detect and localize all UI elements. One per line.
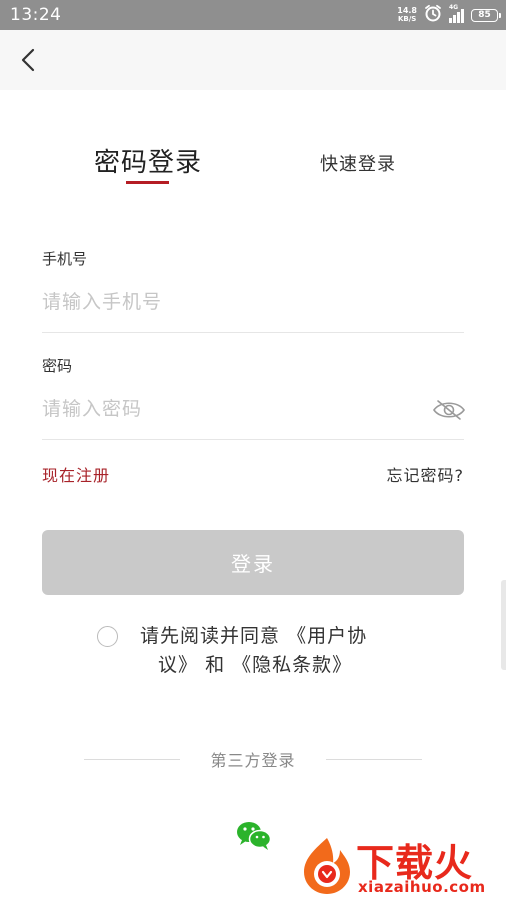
agreement-line-2: 议》 和 《隐私条款》 xyxy=(140,651,410,680)
third-party-title: 第三方登录 xyxy=(210,751,296,770)
status-indicators: 14.8 KB/S 4G 85 xyxy=(397,4,501,26)
alarm-icon xyxy=(424,4,442,26)
watermark: 下载火 xiazaihuo.com xyxy=(296,832,506,898)
login-button[interactable]: 登录 xyxy=(42,530,464,595)
signal-icon: 4G xyxy=(449,4,464,23)
password-input[interactable] xyxy=(42,392,412,426)
active-tab-indicator xyxy=(126,181,169,184)
register-link[interactable]: 现在注册 xyxy=(42,462,110,486)
agreement-line-1: 请先阅读并同意 《用户协 xyxy=(140,622,410,651)
watermark-brand-en: xiazaihuo.com xyxy=(358,878,486,896)
nav-bar xyxy=(0,30,506,90)
wechat-icon xyxy=(236,822,272,856)
status-bar: 13:24 14.8 KB/S 4G 85 xyxy=(0,0,506,30)
user-agreement-link[interactable]: 《用户协 xyxy=(287,625,367,647)
agreement-conjunction: 和 xyxy=(205,654,226,676)
eye-hidden-icon xyxy=(432,400,466,426)
back-button[interactable] xyxy=(12,43,46,77)
forgot-password-link[interactable]: 忘记密码? xyxy=(387,462,465,486)
agreement-prefix: 请先阅读并同意 xyxy=(140,625,281,647)
password-divider xyxy=(42,439,464,440)
chevron-left-icon xyxy=(12,48,46,81)
network-speed-unit: KB/S xyxy=(397,15,417,23)
login-page: 13:24 14.8 KB/S 4G 85 密码登录 快速登录 手机号 请输入手… xyxy=(0,0,506,900)
signal-type-label: 4G xyxy=(449,4,459,11)
network-speed-value: 14.8 xyxy=(397,6,417,15)
wechat-login-button[interactable] xyxy=(236,820,272,852)
battery-icon: 85 xyxy=(471,8,501,22)
password-visibility-toggle[interactable] xyxy=(432,398,466,422)
privacy-policy-link[interactable]: 《隐私条款》 xyxy=(232,654,352,676)
network-speed: 14.8 KB/S xyxy=(397,6,417,24)
flame-logo-icon xyxy=(296,834,358,900)
password-label: 密码 xyxy=(42,357,73,375)
third-party-divider-right xyxy=(326,759,422,760)
phone-label: 手机号 xyxy=(42,250,88,268)
battery-level: 85 xyxy=(478,9,491,20)
phone-input[interactable] xyxy=(42,285,422,319)
tab-password-login[interactable]: 密码登录 xyxy=(94,142,202,179)
user-agreement-link-continued[interactable]: 议》 xyxy=(158,654,198,676)
status-time: 13:24 xyxy=(10,5,62,25)
phone-divider xyxy=(42,332,464,333)
tab-quick-login[interactable]: 快速登录 xyxy=(320,150,396,176)
agreement-checkbox[interactable] xyxy=(97,626,118,647)
edge-scroll-handle[interactable] xyxy=(501,580,506,670)
third-party-login-section: 第三方登录 xyxy=(0,745,506,771)
agreement-text: 请先阅读并同意 《用户协 议》 和 《隐私条款》 xyxy=(140,622,410,680)
